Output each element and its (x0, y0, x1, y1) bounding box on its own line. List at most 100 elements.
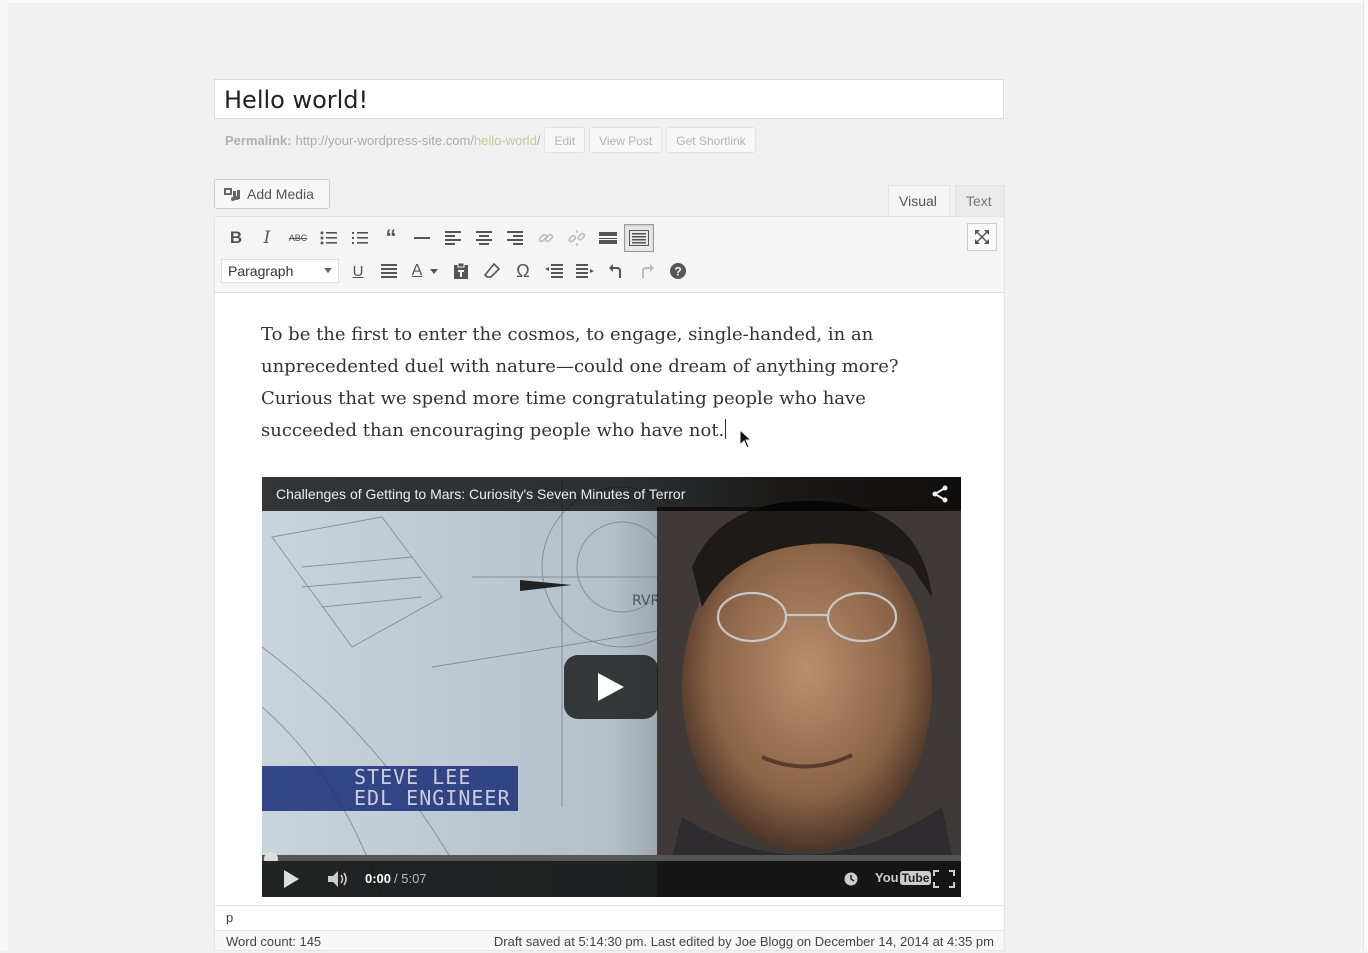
keyboard-icon (629, 230, 649, 246)
insert-link-button[interactable] (531, 223, 561, 253)
special-character-button[interactable]: Ω (508, 256, 538, 286)
help-icon: ? (670, 263, 686, 279)
align-left-icon (445, 231, 461, 245)
youtube-logo-you: You (875, 870, 899, 885)
view-post-button[interactable]: View Post (589, 127, 663, 153)
format-select[interactable]: Paragraph (221, 259, 339, 283)
volume-icon[interactable] (328, 870, 350, 888)
add-media-button[interactable]: Add Media (214, 179, 330, 209)
align-right-icon (507, 231, 523, 245)
permalink-slug: hello-world (473, 132, 537, 148)
blockquote-button[interactable]: “ (376, 223, 406, 253)
media-icon (224, 188, 240, 201)
permalink-label: Permalink: (225, 132, 292, 148)
window-left-edge (0, 0, 8, 951)
bold-button[interactable]: B (221, 223, 251, 253)
body-paragraph[interactable]: To be the first to enter the cosmos, to … (261, 319, 921, 447)
bullet-list-icon (320, 231, 337, 245)
clear-formatting-button[interactable] (477, 256, 507, 286)
video-play-button[interactable] (564, 655, 658, 719)
align-right-button[interactable] (500, 223, 530, 253)
align-center-button[interactable] (469, 223, 499, 253)
format-select-value: Paragraph (228, 263, 294, 279)
permalink-row: Permalink: http://your-wordpress-site.co… (225, 127, 756, 153)
edit-permalink-button[interactable]: Edit (544, 127, 586, 153)
editor-content-area[interactable]: To be the first to enter the cosmos, to … (214, 293, 1005, 905)
editor-toolbar: B I ABC “ Paragraph U A Ω ? (214, 216, 1005, 293)
align-left-button[interactable] (438, 223, 468, 253)
paste-as-text-button[interactable] (446, 256, 476, 286)
redo-button[interactable] (632, 256, 662, 286)
lower-third-caption: STEVE LEE EDL ENGINEER (262, 765, 518, 811)
numbered-list-icon (352, 232, 368, 244)
text-color-button[interactable]: A (405, 256, 445, 286)
video-controls: 0:00 / 5:07 You Tube (262, 861, 961, 897)
chevron-down-icon (324, 268, 332, 273)
video-title-text: Challenges of Getting to Mars: Curiosity… (276, 486, 686, 502)
video-current-time: 0:00 (365, 871, 392, 886)
fullscreen-icon[interactable] (933, 870, 955, 888)
horizontal-rule-icon (414, 237, 430, 239)
strikethrough-button[interactable]: ABC (283, 223, 313, 253)
fullscreen-icon (975, 230, 989, 244)
toolbar-toggle-button[interactable] (624, 224, 654, 252)
redo-icon (642, 264, 654, 278)
underline-button[interactable]: U (343, 256, 373, 286)
play-icon (598, 673, 624, 701)
link-icon (538, 233, 554, 243)
undo-button[interactable] (601, 256, 631, 286)
remove-link-button[interactable] (562, 223, 592, 253)
play-icon[interactable] (284, 870, 299, 888)
read-more-icon (599, 232, 617, 244)
video-title[interactable]: Challenges of Getting to Mars: Curiosity… (262, 477, 961, 511)
horizontal-rule-button[interactable] (407, 223, 437, 253)
watch-later-icon[interactable] (844, 872, 858, 886)
text-caret (725, 419, 727, 439)
toolbar-row-2: Paragraph U A Ω ? (221, 256, 694, 286)
video-embed[interactable]: RVR Challenges of Getting to Mars: Curio… (262, 477, 961, 897)
youtube-logo-tube: Tube (899, 870, 932, 885)
permalink-url[interactable]: http://your-wordpress-site.com/hello-wor… (295, 133, 540, 148)
caption-role: EDL ENGINEER (354, 786, 511, 810)
window-top-edge (0, 0, 1368, 3)
tab-visual[interactable]: Visual (888, 185, 950, 217)
scrollbar[interactable] (1363, 0, 1368, 951)
italic-button[interactable]: I (252, 223, 282, 253)
post-title-input[interactable]: Hello world! (214, 79, 1004, 119)
editor-status-bar: Word count: 145 Draft saved at 5:14:30 p… (214, 931, 1005, 951)
add-media-label: Add Media (247, 186, 314, 202)
mouse-pointer-icon (739, 429, 753, 449)
svg-text:?: ? (674, 265, 681, 279)
permalink-base: http://your-wordpress-site.com/ (295, 132, 474, 148)
get-shortlink-button[interactable]: Get Shortlink (666, 127, 756, 153)
toolbar-row-1: B I ABC “ (221, 223, 655, 253)
chevron-down-icon (430, 268, 439, 274)
eraser-icon (484, 263, 500, 278)
element-path-label: p (226, 910, 234, 925)
element-path[interactable]: p (214, 905, 1005, 931)
undo-icon (609, 264, 621, 278)
unlink-icon (568, 230, 586, 246)
justify-button[interactable] (374, 256, 404, 286)
bullet-list-button[interactable] (314, 223, 344, 253)
distraction-free-button[interactable] (967, 223, 997, 251)
indent-button[interactable] (570, 256, 600, 286)
clipboard-icon (454, 262, 468, 279)
share-icon[interactable] (931, 485, 949, 503)
text-color-icon: A (411, 262, 423, 279)
outdent-icon (545, 264, 563, 278)
body-paragraph-text: To be the first to enter the cosmos, to … (261, 324, 899, 441)
justify-icon (381, 264, 397, 278)
draft-saved-status: Draft saved at 5:14:30 pm. Last edited b… (493, 934, 994, 949)
youtube-logo[interactable]: You Tube (875, 870, 932, 885)
align-center-icon (476, 231, 492, 245)
permalink-trail: / (536, 132, 541, 148)
outdent-button[interactable] (539, 256, 569, 286)
read-more-button[interactable] (593, 223, 623, 253)
video-duration: / 5:07 (394, 871, 427, 886)
word-count: Word count: 145 (226, 934, 322, 949)
tab-text[interactable]: Text (955, 185, 1005, 217)
help-button[interactable]: ? (663, 256, 693, 286)
indent-icon (576, 264, 594, 278)
numbered-list-button[interactable] (345, 223, 375, 253)
